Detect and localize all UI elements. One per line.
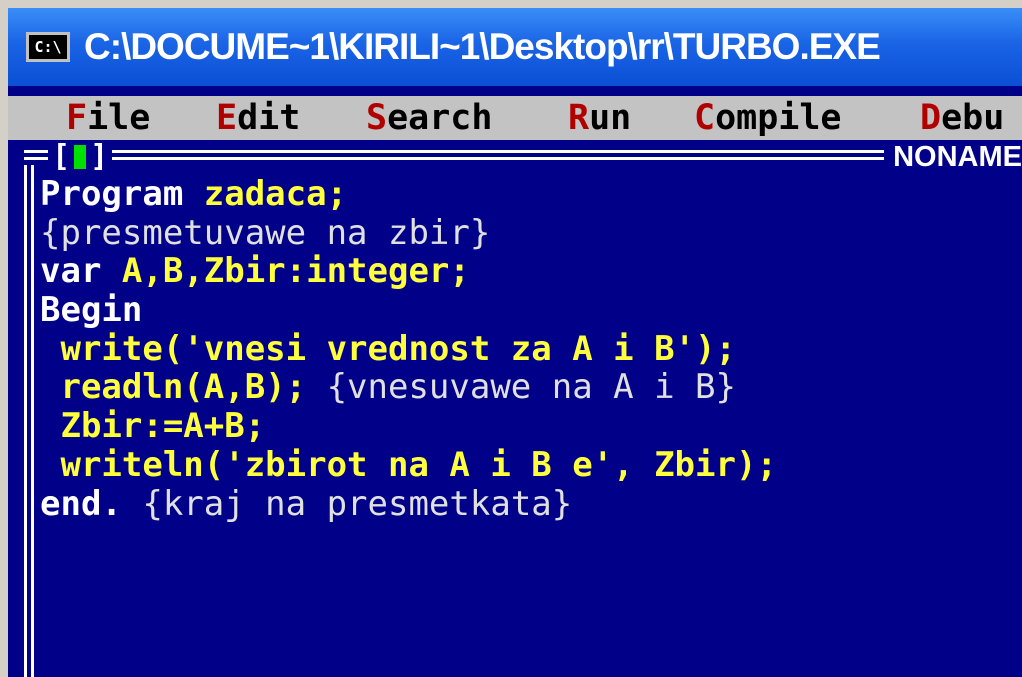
menu-search[interactable]: Search bbox=[366, 96, 492, 140]
menu-run[interactable]: Run bbox=[568, 96, 631, 140]
code-line[interactable]: Begin bbox=[40, 291, 777, 330]
frame-double-line bbox=[24, 150, 884, 160]
menu-file-label: ile bbox=[87, 98, 151, 138]
code-comment: {vnesuvawe na A i B} bbox=[326, 367, 736, 408]
code-line[interactable]: readln(A,B); {vnesuvawe na A i B} bbox=[40, 368, 777, 407]
editor-file-name: NONAME bbox=[885, 140, 1022, 174]
code-token: writeln('zbirot na A i B e', Zbir); bbox=[40, 444, 777, 485]
menu-bar: File Edit Search Run Compile Debu bbox=[8, 96, 1022, 140]
close-box[interactable]: [] bbox=[48, 139, 113, 174]
code-line[interactable]: write('vnesi vrednost za A i B'); bbox=[40, 328, 777, 369]
menu-search-label: earch bbox=[387, 98, 493, 138]
code-line[interactable]: writeln('zbirot na A i B e', Zbir); bbox=[40, 444, 777, 485]
code-token: Begin bbox=[40, 290, 143, 331]
code-comment: {presmetuvawe na zbir} bbox=[40, 212, 491, 253]
menu-debug-label: ebu bbox=[941, 98, 1005, 138]
menu-edit-hotkey: E bbox=[216, 98, 238, 138]
turbo-pascal-window: C:\ C:\DOCUME~1\KIRILI~1\Desktop\rr\TURB… bbox=[0, 0, 1022, 677]
editor-frame-left bbox=[24, 165, 34, 677]
console-icon[interactable]: C:\ bbox=[26, 32, 70, 62]
dos-console: File Edit Search Run Compile Debu [] NON… bbox=[8, 86, 1022, 677]
menu-run-hotkey: R bbox=[568, 98, 590, 138]
menu-search-hotkey: S bbox=[366, 98, 388, 138]
code-token: write('vnesi vrednost za A i B'); bbox=[40, 328, 736, 369]
code-line[interactable]: var A,B,Zbir:integer; bbox=[40, 252, 777, 291]
code-token: Zbir:=A+B; bbox=[40, 406, 266, 447]
code-token: A,B,Zbir:integer; bbox=[121, 251, 470, 292]
title-bar[interactable]: C:\ C:\DOCUME~1\KIRILI~1\Desktop\rr\TURB… bbox=[8, 8, 1022, 86]
menu-run-label: un bbox=[589, 98, 632, 138]
menu-compile[interactable]: Compile bbox=[694, 96, 842, 140]
close-box-close-bracket: ] bbox=[90, 139, 109, 174]
code-token: end. bbox=[40, 483, 143, 524]
menu-debug[interactable]: Debu bbox=[920, 96, 1004, 140]
menu-file[interactable]: File bbox=[66, 96, 150, 140]
menu-debug-hotkey: D bbox=[920, 98, 942, 138]
menu-compile-label: ompile bbox=[715, 98, 842, 138]
code-editor[interactable]: Program zadaca; {presmetuvawe na zbir} var… bbox=[40, 175, 777, 523]
code-token: zadaca; bbox=[203, 174, 348, 214]
code-line[interactable]: end. {kraj na presmetkata} bbox=[40, 483, 777, 524]
close-icon bbox=[74, 145, 87, 169]
code-line[interactable]: Zbir:=A+B; bbox=[40, 407, 777, 446]
editor-frame-top: [] NONAME bbox=[8, 140, 1022, 174]
code-line[interactable]: Program zadaca; bbox=[40, 175, 777, 214]
code-token: Program bbox=[40, 174, 204, 214]
code-token: readln(A,B); bbox=[40, 367, 327, 408]
close-box-open-bracket: [ bbox=[52, 139, 71, 174]
menu-compile-hotkey: C bbox=[694, 98, 716, 138]
code-comment: {kraj na presmetkata} bbox=[142, 483, 573, 524]
window-title: C:\DOCUME~1\KIRILI~1\Desktop\rr\TURBO.EX… bbox=[84, 26, 881, 67]
code-line[interactable]: {presmetuvawe na zbir} bbox=[40, 212, 777, 253]
menu-file-hotkey: F bbox=[66, 98, 88, 138]
menu-edit[interactable]: Edit bbox=[216, 96, 300, 140]
code-token: var bbox=[40, 251, 122, 292]
menu-edit-label: dit bbox=[237, 98, 301, 138]
